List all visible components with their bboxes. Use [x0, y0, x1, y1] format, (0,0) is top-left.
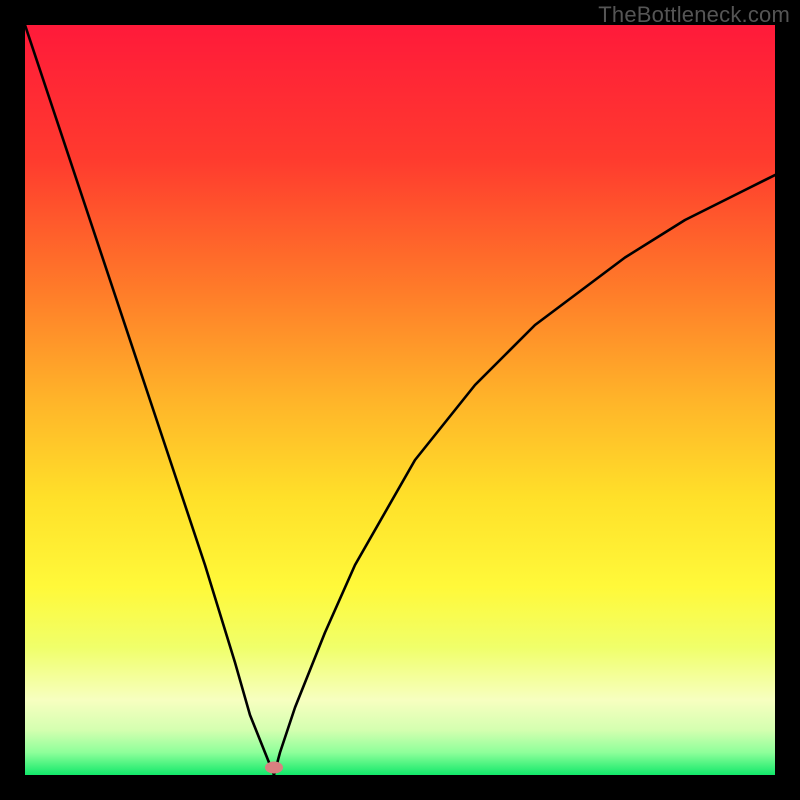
watermark-text: TheBottleneck.com	[598, 2, 790, 28]
plot-area	[25, 25, 775, 775]
chart-svg	[25, 25, 775, 775]
chart-frame: TheBottleneck.com	[0, 0, 800, 800]
